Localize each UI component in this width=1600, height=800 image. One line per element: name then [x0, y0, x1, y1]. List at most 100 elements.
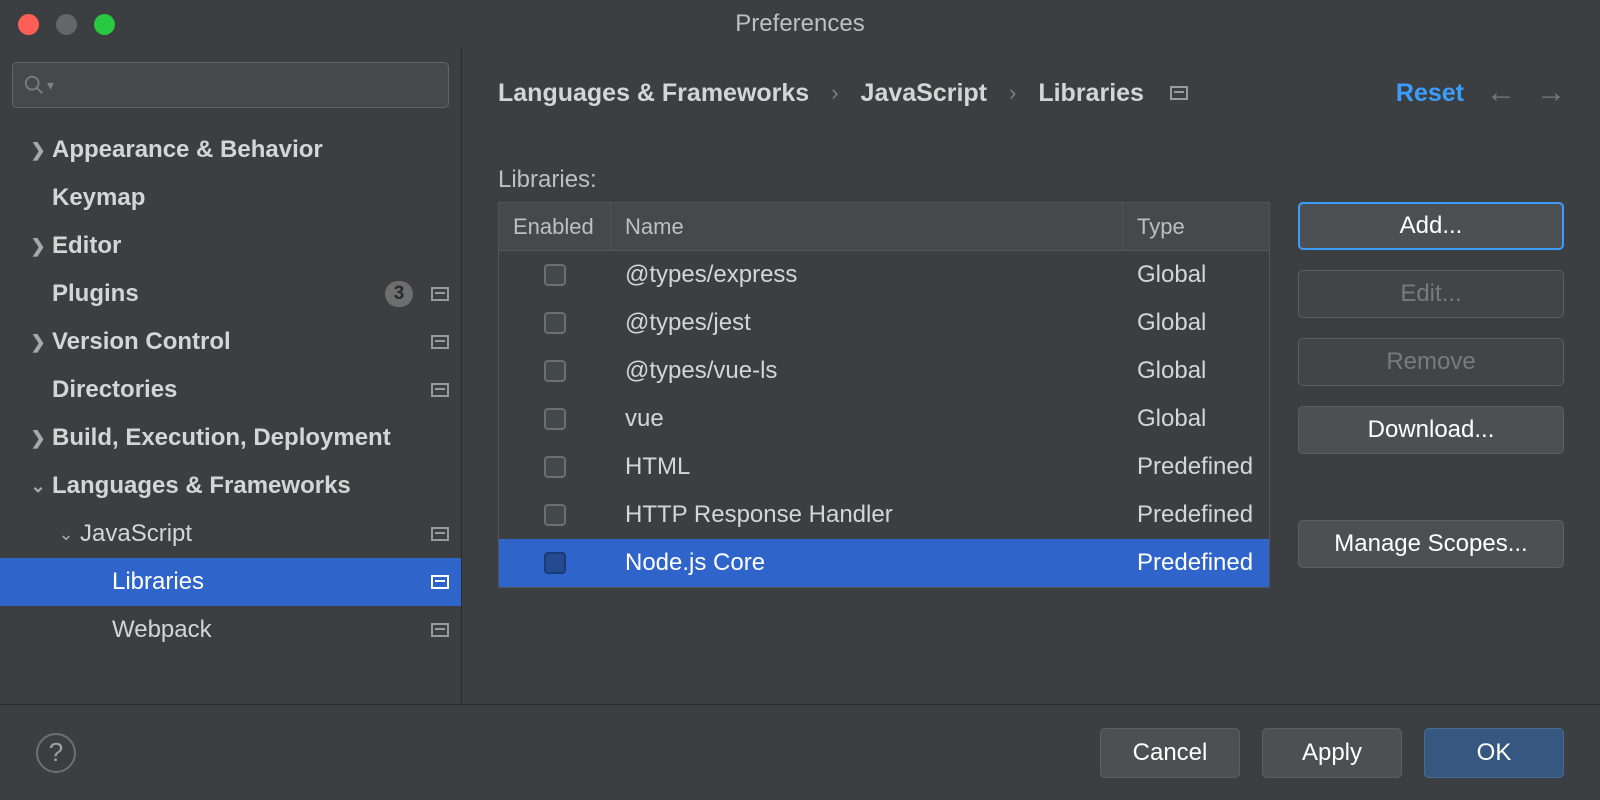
- lib-type: Global: [1123, 405, 1269, 433]
- lib-type: Predefined: [1123, 501, 1269, 529]
- search-input[interactable]: ▾: [12, 62, 449, 108]
- table-header: Enabled Name Type: [499, 203, 1269, 251]
- sidebar-item-label: Editor: [52, 232, 449, 260]
- project-scope-icon: [1170, 86, 1188, 100]
- enabled-checkbox[interactable]: [544, 504, 566, 526]
- sidebar-item-label: Appearance & Behavior: [52, 136, 449, 164]
- sidebar-item-label: Build, Execution, Deployment: [52, 424, 449, 452]
- libraries-table: Enabled Name Type @types/express Global …: [498, 202, 1270, 588]
- remove-button[interactable]: Remove: [1298, 338, 1564, 386]
- lib-type: Predefined: [1123, 549, 1269, 577]
- table-body: @types/express Global @types/jest Global…: [499, 251, 1269, 587]
- sidebar-item-version-control[interactable]: ❯ Version Control: [0, 318, 461, 366]
- sidebar-item-keymap[interactable]: Keymap: [0, 174, 461, 222]
- breadcrumb-languages[interactable]: Languages & Frameworks: [498, 79, 809, 108]
- lib-name: @types/vue-ls: [611, 357, 1123, 385]
- apply-button[interactable]: Apply: [1262, 728, 1402, 778]
- enabled-checkbox[interactable]: [544, 456, 566, 478]
- lib-type: Global: [1123, 261, 1269, 289]
- lib-name: HTML: [611, 453, 1123, 481]
- table-row[interactable]: HTML Predefined: [499, 443, 1269, 491]
- lib-name: HTTP Response Handler: [611, 501, 1123, 529]
- breadcrumb-libraries: Libraries: [1038, 79, 1144, 108]
- cancel-button[interactable]: Cancel: [1100, 728, 1240, 778]
- sidebar-item-label: Languages & Frameworks: [52, 472, 449, 500]
- sidebar-item-label: Webpack: [112, 616, 427, 644]
- ok-button[interactable]: OK: [1424, 728, 1564, 778]
- project-scope-icon: [431, 623, 449, 637]
- footer: ? Cancel Apply OK: [0, 704, 1600, 800]
- add-button[interactable]: Add...: [1298, 202, 1564, 250]
- sidebar-item-javascript[interactable]: ⌄ JavaScript: [0, 510, 461, 558]
- table-row[interactable]: vue Global: [499, 395, 1269, 443]
- chevron-right-icon: ❯: [24, 332, 52, 353]
- close-window[interactable]: [18, 14, 39, 35]
- zoom-window[interactable]: [94, 14, 115, 35]
- project-scope-icon: [431, 527, 449, 541]
- window-title: Preferences: [735, 10, 864, 38]
- forward-arrow-icon[interactable]: →: [1536, 76, 1564, 110]
- help-icon: ?: [49, 737, 63, 768]
- breadcrumb-sep-icon: ›: [831, 80, 838, 106]
- sidebar-item-label: Libraries: [112, 568, 427, 596]
- enabled-checkbox[interactable]: [544, 264, 566, 286]
- project-scope-icon: [431, 335, 449, 349]
- table-row[interactable]: HTTP Response Handler Predefined: [499, 491, 1269, 539]
- lib-type: Predefined: [1123, 453, 1269, 481]
- content-panel: Languages & Frameworks › JavaScript › Li…: [462, 48, 1600, 704]
- breadcrumb-javascript[interactable]: JavaScript: [861, 79, 987, 108]
- reset-link[interactable]: Reset: [1396, 79, 1464, 108]
- sidebar: ▾ ❯ Appearance & Behavior Keymap ❯ Edito…: [0, 48, 462, 704]
- col-name[interactable]: Name: [611, 203, 1123, 250]
- sidebar-item-appearance[interactable]: ❯ Appearance & Behavior: [0, 126, 461, 174]
- lib-name: @types/jest: [611, 309, 1123, 337]
- col-enabled[interactable]: Enabled: [499, 203, 611, 250]
- chevron-right-icon: ❯: [24, 140, 52, 161]
- help-button[interactable]: ?: [36, 733, 76, 773]
- main-area: ▾ ❯ Appearance & Behavior Keymap ❯ Edito…: [0, 48, 1600, 704]
- table-row[interactable]: @types/jest Global: [499, 299, 1269, 347]
- sidebar-item-label: JavaScript: [80, 520, 427, 548]
- lib-name: vue: [611, 405, 1123, 433]
- side-buttons: Add... Edit... Remove Download... Manage…: [1298, 202, 1564, 588]
- libraries-heading: Libraries:: [498, 166, 1564, 194]
- chevron-down-icon: ⌄: [52, 524, 80, 545]
- enabled-checkbox[interactable]: [544, 360, 566, 382]
- breadcrumb-sep-icon: ›: [1009, 80, 1016, 106]
- window-controls: [18, 14, 115, 35]
- plugins-badge: 3: [385, 281, 413, 307]
- lib-name: @types/express: [611, 261, 1123, 289]
- edit-button[interactable]: Edit...: [1298, 270, 1564, 318]
- sidebar-item-webpack[interactable]: Webpack: [0, 606, 461, 654]
- table-row[interactable]: Node.js Core Predefined: [499, 539, 1269, 587]
- table-row[interactable]: @types/vue-ls Global: [499, 347, 1269, 395]
- sidebar-item-label: Version Control: [52, 328, 427, 356]
- sidebar-item-languages[interactable]: ⌄ Languages & Frameworks: [0, 462, 461, 510]
- lib-type: Global: [1123, 357, 1269, 385]
- sidebar-item-plugins[interactable]: Plugins 3: [0, 270, 461, 318]
- minimize-window[interactable]: [56, 14, 77, 35]
- enabled-checkbox[interactable]: [544, 552, 566, 574]
- sidebar-item-editor[interactable]: ❯ Editor: [0, 222, 461, 270]
- search-icon: [23, 74, 45, 96]
- chevron-down-icon: ⌄: [24, 476, 52, 497]
- enabled-checkbox[interactable]: [544, 312, 566, 334]
- back-arrow-icon[interactable]: ←: [1486, 76, 1514, 110]
- col-type[interactable]: Type: [1123, 203, 1269, 250]
- sidebar-item-label: Keymap: [52, 184, 449, 212]
- sidebar-item-build[interactable]: ❯ Build, Execution, Deployment: [0, 414, 461, 462]
- manage-scopes-button[interactable]: Manage Scopes...: [1298, 520, 1564, 568]
- enabled-checkbox[interactable]: [544, 408, 566, 430]
- project-scope-icon: [431, 287, 449, 301]
- lib-type: Global: [1123, 309, 1269, 337]
- project-scope-icon: [431, 383, 449, 397]
- breadcrumb: Languages & Frameworks › JavaScript › Li…: [498, 76, 1564, 110]
- project-scope-icon: [431, 575, 449, 589]
- sidebar-item-label: Plugins: [52, 280, 385, 308]
- download-button[interactable]: Download...: [1298, 406, 1564, 454]
- table-row[interactable]: @types/express Global: [499, 251, 1269, 299]
- sidebar-item-libraries[interactable]: Libraries: [0, 558, 461, 606]
- settings-tree: ❯ Appearance & Behavior Keymap ❯ Editor …: [0, 120, 461, 654]
- sidebar-item-directories[interactable]: Directories: [0, 366, 461, 414]
- chevron-right-icon: ❯: [24, 428, 52, 449]
